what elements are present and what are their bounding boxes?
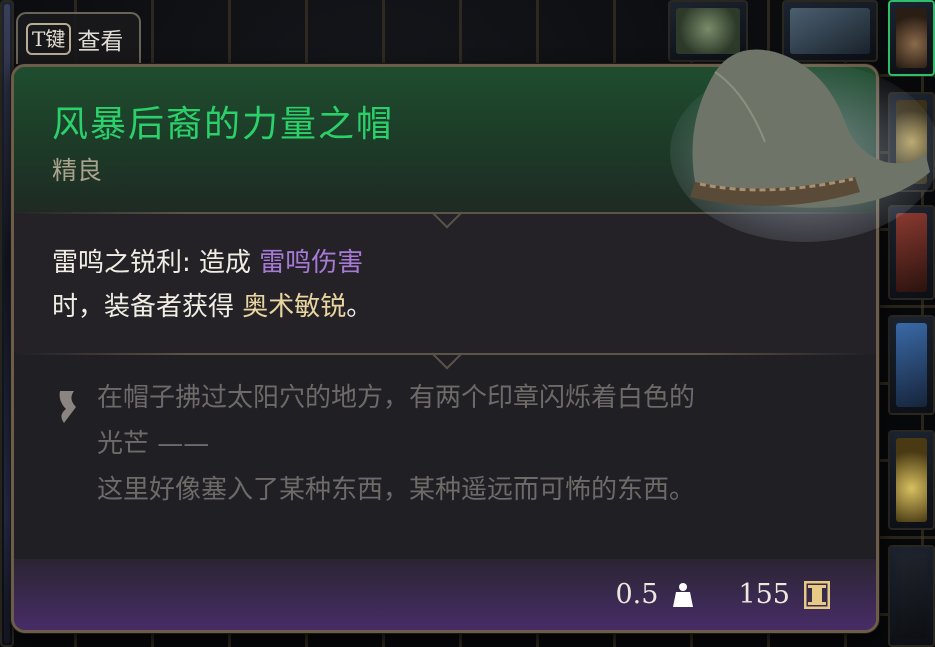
item-stats: 0.5 155 xyxy=(615,579,830,610)
lore-section: 在帽子拂过太阳穴的地方，有两个印章闪烁着白色的 光芒 —— 这里好像塞入了某种东… xyxy=(14,353,876,559)
effect-mid: 时，装备者获得 xyxy=(52,292,243,322)
lore-text: 在帽子拂过太阳穴的地方，有两个印章闪烁着白色的 光芒 —— 这里好像塞入了某种东… xyxy=(97,375,857,513)
item-rarity: 精良 xyxy=(52,156,103,185)
key-cap-t: T键 xyxy=(26,23,72,55)
damage-type-keyword[interactable]: 雷鸣伤害 xyxy=(259,248,363,278)
inventory-slot[interactable] xyxy=(888,430,935,530)
condition-keyword[interactable]: 奥术敏锐 xyxy=(242,292,346,322)
wizard-hat-icon xyxy=(670,49,935,242)
item-effect: 雷鸣之锐利: 造成 雷鸣伤害 时，装备者获得 奥术敏锐。 xyxy=(52,241,612,329)
item-weight: 0.5 xyxy=(615,579,659,610)
tooltip-footer: 0.5 155 xyxy=(14,559,876,630)
view-key-hint[interactable]: T键 查看 xyxy=(16,12,142,64)
item-value: 155 xyxy=(738,579,790,610)
inventory-slot[interactable] xyxy=(888,545,935,647)
effect-prefix: 雷鸣之锐利: 造成 xyxy=(52,248,260,278)
quill-scroll-icon xyxy=(59,391,76,423)
lore-divider xyxy=(14,338,876,370)
lore-line-1: 在帽子拂过太阳穴的地方，有两个印章闪烁着白色的 xyxy=(97,383,696,413)
weight-icon xyxy=(673,582,694,607)
inventory-slot[interactable] xyxy=(888,315,935,415)
view-label: 查看 xyxy=(77,29,124,55)
effect-suffix: 。 xyxy=(346,292,373,322)
lore-line-2: 光芒 —— xyxy=(97,429,210,459)
item-name: 风暴后裔的力量之帽 xyxy=(52,104,395,145)
gold-coin-icon xyxy=(804,580,830,609)
lore-line-3: 这里好像塞入了某种东西，某种遥远而可怖的东西。 xyxy=(97,475,696,505)
